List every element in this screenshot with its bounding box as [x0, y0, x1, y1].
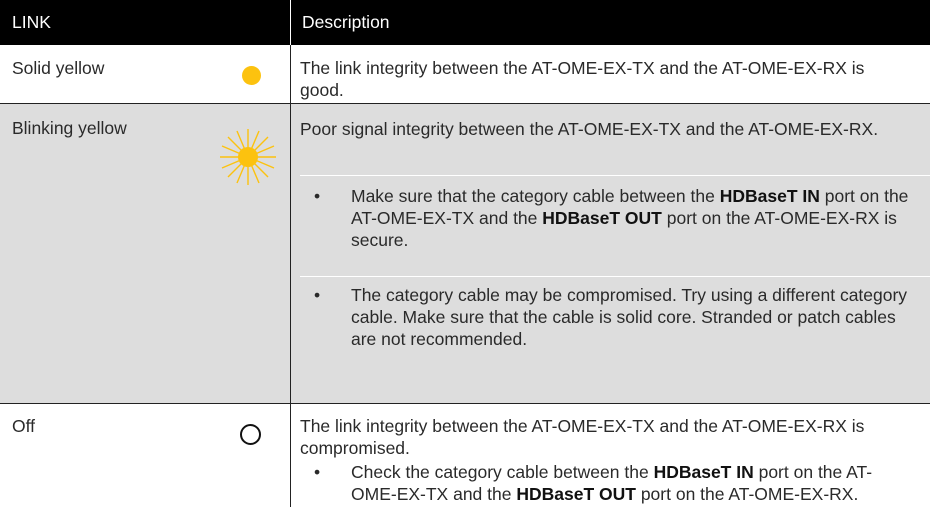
row-description: The link integrity between the AT-OME-EX…: [300, 58, 865, 100]
row-description: The link integrity between the AT-OME-EX…: [300, 416, 865, 458]
table-header: LINK Description: [0, 0, 930, 45]
column-divider: [290, 45, 291, 507]
bullet-marker: •: [314, 462, 321, 482]
column-header-description: Description: [302, 12, 390, 32]
link-state-label: Solid yellow: [12, 58, 105, 78]
bullet-divider: [300, 175, 930, 176]
troubleshooting-step: The category cable may be compromised. T…: [351, 285, 908, 349]
led-blinking-yellow-icon: [220, 129, 276, 185]
table-row-blinking-yellow: [0, 104, 930, 404]
led-off-icon: [240, 424, 261, 445]
link-state-label: Off: [12, 416, 36, 436]
column-header-link: LINK: [12, 12, 51, 32]
troubleshooting-step: Make sure that the category cable betwee…: [351, 186, 909, 250]
link-state-label: Blinking yellow: [12, 118, 127, 138]
bullet-marker: •: [314, 186, 321, 206]
bullet-marker: •: [314, 285, 321, 305]
bullet-divider: [300, 276, 930, 277]
column-divider: [290, 0, 291, 45]
troubleshooting-step: Check the category cable between the HDB…: [351, 462, 873, 504]
led-solid-yellow-icon: [242, 66, 261, 85]
row-description: Poor signal integrity between the AT-OME…: [300, 119, 879, 139]
